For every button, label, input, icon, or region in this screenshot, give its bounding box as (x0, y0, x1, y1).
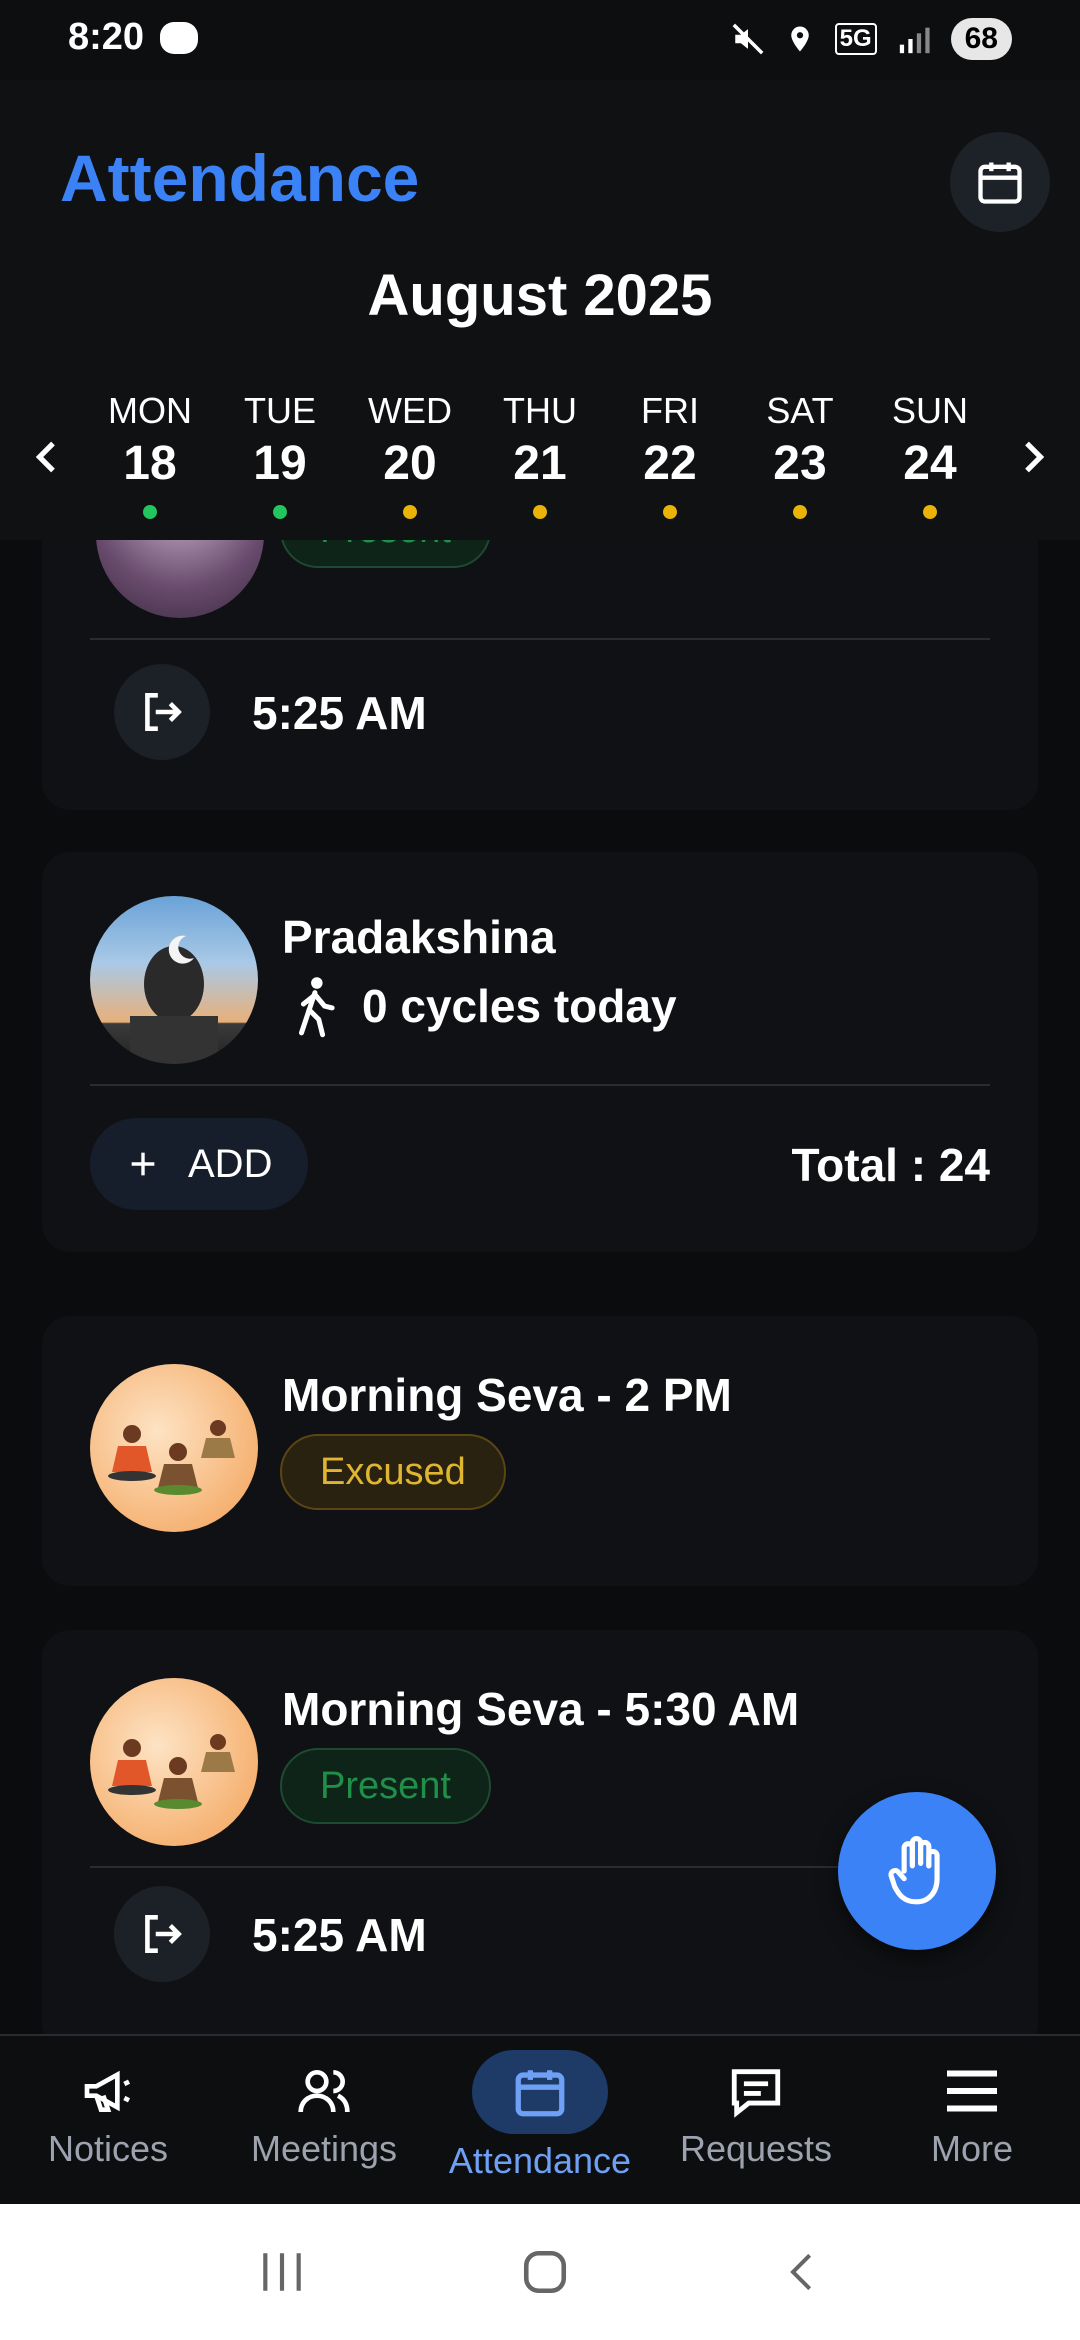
status-time: 8:20 (68, 16, 145, 58)
add-label: ADD (188, 1141, 273, 1186)
card-divider (90, 638, 990, 640)
session-avatar (96, 540, 264, 618)
attendance-dot (143, 505, 157, 519)
day-date: 18 (123, 437, 177, 490)
page-title: Attendance (60, 141, 420, 215)
day-date: 20 (383, 437, 437, 490)
day-name: FRI (641, 390, 699, 431)
message-notification-icon (160, 22, 198, 54)
nav-label: Notices (47, 2128, 169, 2169)
nav-label: Meetings (250, 2128, 398, 2169)
bottom-navigation: Notices Meetings Attendance Requests Mor… (0, 2034, 1080, 2204)
attendance-dot (273, 505, 287, 519)
logout-icon (145, 1915, 182, 1953)
battery-level: 68 (950, 18, 1012, 60)
checkout-icon-circle (114, 664, 210, 760)
signal-icon (899, 27, 930, 54)
cycles-count: 0 cycles today (362, 980, 677, 1032)
cycles-total: Total : 24 (791, 1139, 990, 1191)
day-name: THU (503, 390, 577, 431)
network-label: 5G (834, 23, 877, 55)
day-wed[interactable]: WED 20 (350, 390, 470, 530)
message-square-icon (721, 2060, 791, 2122)
week-day-selector: MON 18 TUE 19 WED 20 THU 21 FRI 22 SAT 23 SUN 2… (90, 390, 990, 530)
next-week-button[interactable] (1008, 432, 1058, 482)
session-title: Morning Seva - 5:30 AM (282, 1683, 800, 1735)
nav-label: Requests (679, 2128, 833, 2169)
nav-more[interactable]: More (864, 2036, 1080, 2204)
add-cycles-button[interactable]: ADD (90, 1118, 309, 1210)
day-date: 21 (513, 437, 567, 490)
day-fri[interactable]: FRI 22 (610, 390, 730, 530)
day-date: 24 (903, 437, 957, 490)
back-icon[interactable] (783, 2247, 823, 2297)
pradakshina-avatar (90, 896, 258, 1064)
mark-attendance-fab[interactable] (838, 1792, 996, 1950)
attendance-dot (663, 505, 677, 519)
checkout-time: 5:25 AM (252, 1909, 427, 1961)
attendance-dot (793, 505, 807, 519)
attendance-dot (923, 505, 937, 519)
card-divider (90, 1084, 990, 1086)
people-icon (289, 2060, 359, 2122)
menu-icon (937, 2060, 1007, 2122)
meditation-image (108, 1734, 235, 1809)
day-sun[interactable]: SUN 24 (870, 390, 990, 530)
system-navigation-bar (0, 2204, 1080, 2340)
session-title: Pradakshina (282, 911, 556, 963)
chevron-left-icon (35, 441, 55, 473)
day-date: 19 (253, 437, 307, 490)
day-name: SAT (766, 390, 834, 431)
status-badge: Present (280, 1748, 491, 1824)
nav-requests[interactable]: Requests (648, 2036, 864, 2204)
status-bar: 8:20 5G 68 (0, 0, 1080, 80)
status-badge: Present (280, 540, 491, 568)
session-card-seva-2pm: Morning Seva - 2 PM Excused (42, 1316, 1038, 1586)
nav-attendance[interactable]: Attendance (432, 2036, 648, 2204)
recent-apps-icon[interactable] (257, 2249, 307, 2295)
session-card: Present 5:25 AM (42, 540, 1038, 810)
walking-icon (299, 977, 335, 1038)
home-icon[interactable] (520, 2247, 570, 2297)
day-date: 22 (643, 437, 697, 490)
nav-label: More (930, 2128, 1014, 2169)
day-sat[interactable]: SAT 23 (740, 390, 860, 530)
session-title: Morning Seva - 2 PM (282, 1369, 732, 1421)
location-icon (790, 26, 809, 52)
day-thu[interactable]: THU 21 (480, 390, 600, 530)
calendar-icon (472, 2050, 608, 2134)
month-label: August 2025 (367, 263, 713, 328)
checkout-time: 5:25 AM (252, 687, 427, 739)
pradakshina-card: Pradakshina 0 cycles today ADD Total : 2… (42, 852, 1038, 1252)
cycles-today: 0 cycles today (290, 974, 677, 1038)
nav-notices[interactable]: Notices (0, 2036, 216, 2204)
calendar-icon (978, 162, 1022, 204)
day-mon[interactable]: MON 18 (90, 390, 210, 530)
statue-image (130, 935, 218, 1064)
day-date: 23 (773, 437, 827, 490)
attendance-dot (403, 505, 417, 519)
nav-meetings[interactable]: Meetings (216, 2036, 432, 2204)
checkout-icon-circle (114, 1886, 210, 1982)
previous-week-button[interactable] (22, 432, 72, 482)
day-name: TUE (244, 390, 316, 431)
calendar-button[interactable] (950, 132, 1050, 232)
nav-label: Attendance (448, 2140, 632, 2181)
logout-icon (145, 693, 182, 731)
mute-icon (732, 23, 764, 55)
status-badge: Excused (280, 1434, 506, 1510)
attendance-dot (533, 505, 547, 519)
megaphone-icon (73, 2060, 143, 2122)
day-tue[interactable]: TUE 19 (220, 390, 340, 530)
day-name: WED (368, 390, 452, 431)
seva-avatar (90, 1678, 258, 1846)
hand-icon (888, 1836, 940, 1905)
meditation-image (108, 1420, 235, 1495)
status-icons: 5G 68 (731, 14, 1012, 64)
plus-icon (131, 1152, 155, 1176)
day-name: MON (108, 390, 192, 431)
seva-avatar (90, 1364, 258, 1532)
chevron-right-icon (1025, 441, 1045, 473)
day-name: SUN (891, 390, 968, 431)
